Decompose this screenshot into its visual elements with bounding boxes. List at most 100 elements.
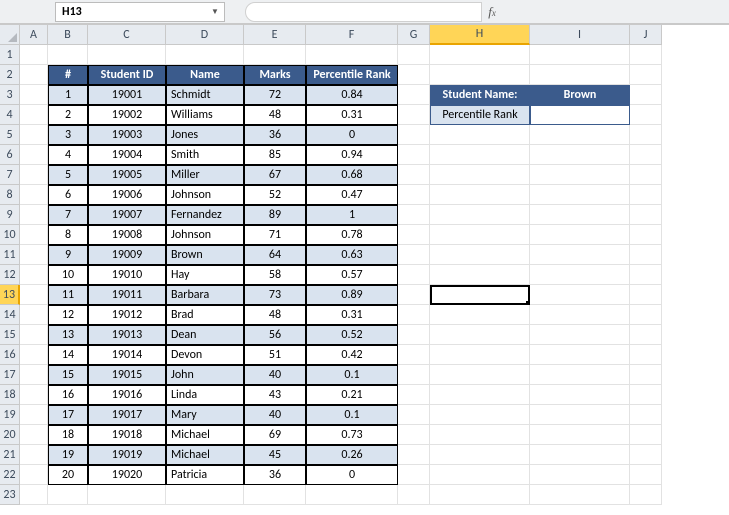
col-head-B[interactable]: B — [48, 25, 88, 45]
empty-cell[interactable] — [430, 305, 530, 325]
row-head-15[interactable]: 15 — [0, 325, 20, 345]
empty-cell[interactable] — [630, 465, 662, 485]
empty-cell[interactable] — [630, 385, 662, 405]
row-head-2[interactable]: 2 — [0, 65, 20, 85]
empty-cell[interactable] — [166, 45, 244, 65]
empty-cell[interactable] — [20, 405, 48, 425]
empty-cell[interactable] — [530, 345, 630, 365]
empty-cell[interactable] — [430, 405, 530, 425]
empty-cell[interactable] — [398, 125, 430, 145]
col-head-C[interactable]: C — [88, 25, 166, 45]
empty-cell[interactable] — [244, 485, 306, 505]
empty-cell[interactable] — [430, 225, 530, 245]
empty-cell[interactable] — [398, 45, 430, 65]
empty-cell[interactable] — [430, 425, 530, 445]
col-head-D[interactable]: D — [166, 25, 244, 45]
empty-cell[interactable] — [530, 145, 630, 165]
empty-cell[interactable] — [430, 265, 530, 285]
col-head-E[interactable]: E — [244, 25, 306, 45]
empty-cell[interactable] — [20, 265, 48, 285]
empty-cell[interactable] — [20, 65, 48, 85]
empty-cell[interactable] — [630, 125, 662, 145]
formula-input[interactable] — [502, 2, 721, 22]
spreadsheet-grid[interactable]: ABCDEFGHIJ12#Student IDNameMarksPercenti… — [0, 24, 729, 505]
row-head-4[interactable]: 4 — [0, 105, 20, 125]
empty-cell[interactable] — [430, 205, 530, 225]
empty-cell[interactable] — [530, 385, 630, 405]
empty-cell[interactable] — [398, 225, 430, 245]
empty-cell[interactable] — [20, 345, 48, 365]
empty-cell[interactable] — [398, 205, 430, 225]
empty-cell[interactable] — [20, 185, 48, 205]
empty-cell[interactable] — [398, 365, 430, 385]
empty-cell[interactable] — [630, 325, 662, 345]
empty-cell[interactable] — [630, 145, 662, 165]
empty-cell[interactable] — [630, 105, 662, 125]
row-head-8[interactable]: 8 — [0, 185, 20, 205]
empty-cell[interactable] — [530, 465, 630, 485]
row-head-20[interactable]: 20 — [0, 425, 20, 445]
empty-cell[interactable] — [430, 125, 530, 145]
row-head-23[interactable]: 23 — [0, 485, 20, 505]
empty-cell[interactable] — [430, 365, 530, 385]
empty-cell[interactable] — [530, 125, 630, 145]
empty-cell[interactable] — [530, 225, 630, 245]
row-head-7[interactable]: 7 — [0, 165, 20, 185]
empty-cell[interactable] — [630, 45, 662, 65]
col-head-J[interactable]: J — [630, 25, 662, 45]
empty-cell[interactable] — [630, 85, 662, 105]
empty-cell[interactable] — [630, 305, 662, 325]
empty-cell[interactable] — [20, 465, 48, 485]
empty-cell[interactable] — [306, 45, 398, 65]
empty-cell[interactable] — [530, 405, 630, 425]
empty-cell[interactable] — [398, 325, 430, 345]
empty-cell[interactable] — [630, 245, 662, 265]
col-head-G[interactable]: G — [398, 25, 430, 45]
col-head-H[interactable]: H — [430, 25, 530, 45]
empty-cell[interactable] — [20, 225, 48, 245]
empty-cell[interactable] — [530, 65, 630, 85]
empty-cell[interactable] — [48, 45, 88, 65]
empty-cell[interactable] — [630, 445, 662, 465]
row-head-16[interactable]: 16 — [0, 345, 20, 365]
empty-cell[interactable] — [398, 285, 430, 305]
selected-cell[interactable] — [430, 285, 530, 305]
empty-cell[interactable] — [530, 265, 630, 285]
empty-cell[interactable] — [630, 65, 662, 85]
empty-cell[interactable] — [398, 305, 430, 325]
fx-icon[interactable]: fx — [488, 4, 496, 20]
empty-cell[interactable] — [398, 405, 430, 425]
empty-cell[interactable] — [430, 465, 530, 485]
empty-cell[interactable] — [530, 305, 630, 325]
empty-cell[interactable] — [398, 65, 430, 85]
empty-cell[interactable] — [530, 445, 630, 465]
empty-cell[interactable] — [630, 425, 662, 445]
empty-cell[interactable] — [430, 485, 530, 505]
row-head-9[interactable]: 9 — [0, 205, 20, 225]
empty-cell[interactable] — [430, 145, 530, 165]
empty-cell[interactable] — [166, 485, 244, 505]
row-head-19[interactable]: 19 — [0, 405, 20, 425]
empty-cell[interactable] — [430, 345, 530, 365]
empty-cell[interactable] — [630, 205, 662, 225]
empty-cell[interactable] — [398, 85, 430, 105]
empty-cell[interactable] — [20, 145, 48, 165]
empty-cell[interactable] — [530, 205, 630, 225]
empty-cell[interactable] — [20, 485, 48, 505]
empty-cell[interactable] — [430, 385, 530, 405]
empty-cell[interactable] — [430, 185, 530, 205]
row-head-22[interactable]: 22 — [0, 465, 20, 485]
row-head-6[interactable]: 6 — [0, 145, 20, 165]
col-head-A[interactable]: A — [20, 25, 48, 45]
col-head-I[interactable]: I — [530, 25, 630, 45]
empty-cell[interactable] — [630, 485, 662, 505]
row-head-11[interactable]: 11 — [0, 245, 20, 265]
empty-cell[interactable] — [398, 165, 430, 185]
row-head-3[interactable]: 3 — [0, 85, 20, 105]
empty-cell[interactable] — [244, 45, 306, 65]
empty-cell[interactable] — [530, 45, 630, 65]
empty-cell[interactable] — [430, 65, 530, 85]
empty-cell[interactable] — [20, 365, 48, 385]
empty-cell[interactable] — [20, 245, 48, 265]
empty-cell[interactable] — [630, 285, 662, 305]
